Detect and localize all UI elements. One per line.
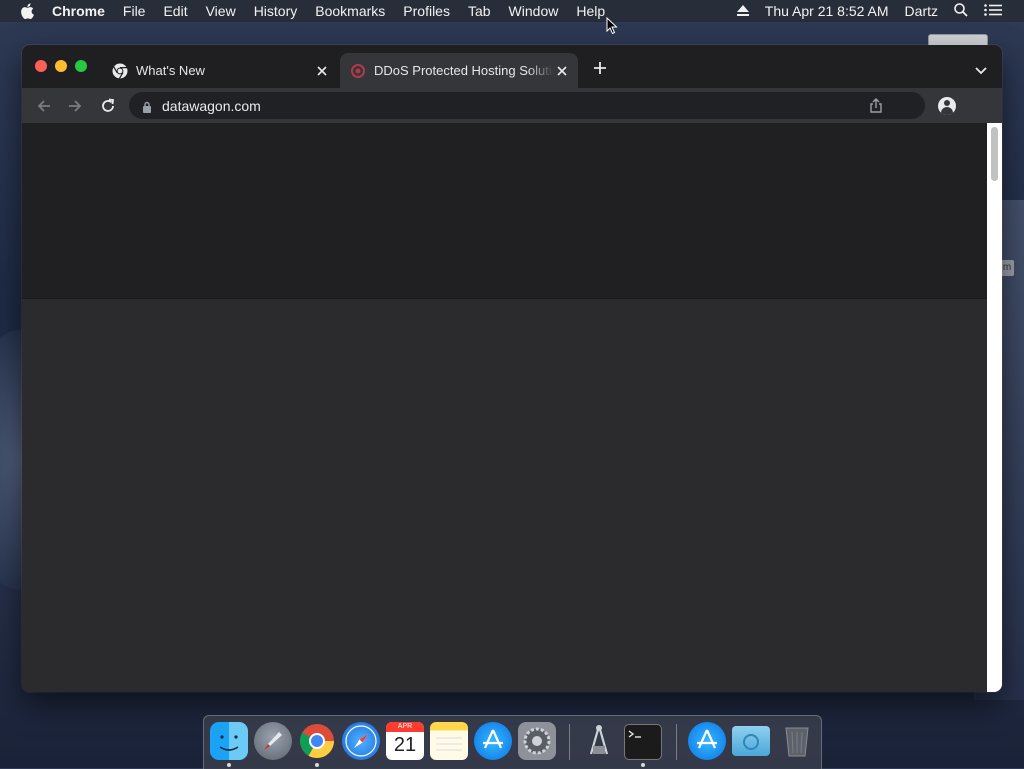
datawagon-favicon [350, 63, 366, 79]
trash-icon[interactable] [778, 722, 816, 760]
share-icon[interactable] [869, 98, 883, 113]
tab-strip: What's New DDoS Protected Hosting Soluti… [22, 45, 1002, 88]
menu-bar-clock[interactable]: Thu Apr 21 8:52 AM [765, 3, 889, 19]
eject-icon[interactable] [736, 3, 749, 19]
mouse-pointer-icon [606, 16, 618, 35]
finder-icon[interactable] [210, 722, 248, 760]
tab-close-icon[interactable] [554, 63, 570, 79]
running-indicator [227, 763, 231, 767]
desktop-file-icon[interactable]: m [1000, 260, 1014, 276]
forward-arrow-icon[interactable] [66, 97, 84, 115]
chrome-icon [112, 63, 128, 79]
tab-title: DDoS Protected Hosting Solutions [374, 63, 554, 78]
menu-app-chrome[interactable]: Chrome [52, 3, 105, 19]
menu-window[interactable]: Window [509, 3, 559, 19]
page-header-placeholder [22, 123, 987, 299]
tab-title: What's New [136, 63, 205, 78]
dock: APR 21 [203, 715, 822, 769]
notification-center-icon[interactable] [984, 3, 1002, 19]
menu-help[interactable]: Help [576, 3, 605, 19]
downloads-folder-icon[interactable] [732, 726, 770, 756]
terminal-icon[interactable] [624, 724, 662, 760]
window-close-button[interactable] [35, 60, 47, 72]
system-preferences-icon[interactable] [518, 722, 556, 760]
app-store-icon[interactable] [474, 722, 512, 760]
tab-close-icon[interactable] [314, 63, 330, 79]
scrollbar-thumb[interactable] [991, 127, 998, 181]
menu-bookmarks[interactable]: Bookmarks [315, 3, 385, 19]
script-editor-icon[interactable] [580, 722, 618, 760]
menu-bar-status-area: Thu Apr 21 8:52 AM Dartz [736, 0, 1024, 22]
browser-toolbar: datawagon.com [22, 88, 1002, 123]
notes-icon[interactable] [430, 722, 468, 760]
running-indicator [641, 763, 645, 767]
menu-file[interactable]: File [123, 3, 146, 19]
menu-bar-user[interactable]: Dartz [905, 3, 938, 19]
dock-separator [676, 724, 677, 760]
apple-menu-icon[interactable] [20, 3, 34, 19]
page-content[interactable] [22, 123, 987, 692]
running-indicator [315, 763, 319, 767]
menu-history[interactable]: History [254, 3, 298, 19]
spotlight-search-icon[interactable] [954, 2, 968, 20]
lock-icon[interactable] [142, 100, 152, 113]
dock-separator [569, 724, 570, 760]
back-arrow-icon[interactable] [35, 97, 53, 115]
launchpad-icon[interactable] [254, 722, 292, 760]
address-bar-url[interactable]: datawagon.com [162, 98, 261, 114]
tab-search-chevron-icon[interactable] [974, 63, 988, 75]
menu-bar: Chrome File Edit View History Bookmarks … [0, 0, 1024, 22]
vertical-scrollbar[interactable] [987, 123, 1002, 692]
safari-icon[interactable] [342, 722, 380, 760]
address-bar[interactable]: datawagon.com [129, 92, 925, 119]
menu-view[interactable]: View [206, 3, 236, 19]
calendar-icon[interactable]: APR 21 [386, 722, 424, 760]
menu-profiles[interactable]: Profiles [403, 3, 450, 19]
tab-datawagon[interactable]: DDoS Protected Hosting Solutions [340, 53, 578, 88]
window-maximize-button[interactable] [75, 60, 87, 72]
profile-avatar-icon[interactable] [938, 97, 956, 115]
menu-tab[interactable]: Tab [468, 3, 491, 19]
chrome-icon[interactable] [298, 722, 336, 760]
calendar-month: APR [386, 722, 424, 732]
tab-whats-new[interactable]: What's New [102, 53, 338, 88]
window-minimize-button[interactable] [55, 60, 67, 72]
new-tab-plus-icon[interactable] [592, 60, 608, 76]
chrome-window: What's New DDoS Protected Hosting Soluti… [22, 45, 1002, 692]
app-store-download-icon[interactable] [688, 722, 726, 760]
reload-icon[interactable] [99, 97, 117, 115]
calendar-day: 21 [393, 734, 417, 756]
menu-edit[interactable]: Edit [163, 3, 187, 19]
